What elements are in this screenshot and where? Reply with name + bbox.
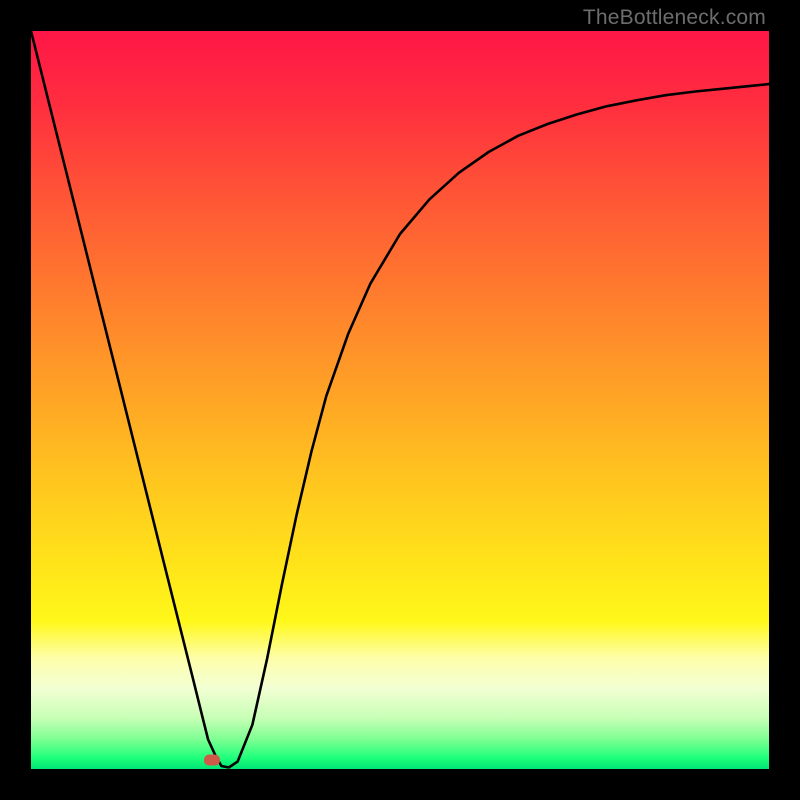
chart-frame <box>31 31 769 769</box>
watermark-text: TheBottleneck.com <box>583 6 766 30</box>
bottleneck-curve <box>31 31 769 769</box>
optimal-point-marker <box>204 755 220 766</box>
